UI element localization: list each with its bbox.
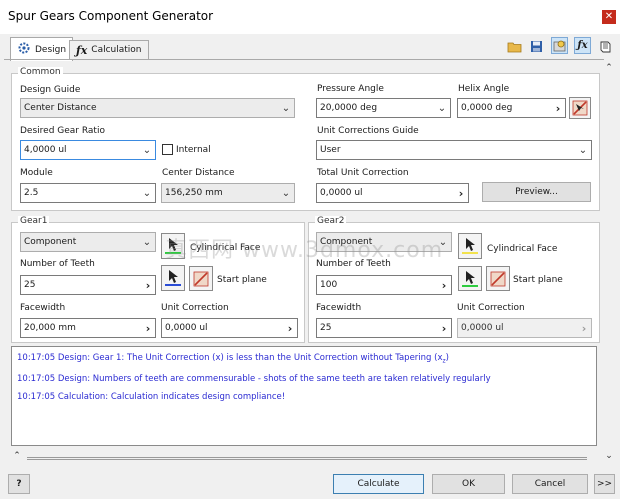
pressure-angle-label: Pressure Angle: [317, 84, 384, 94]
desired-gear-ratio-select[interactable]: 4,0000 ul ⌄: [20, 140, 156, 160]
center-distance-select[interactable]: 156,250 mm ⌄: [161, 183, 295, 203]
open-folder-icon[interactable]: [506, 38, 523, 55]
gear1-teeth-label: Number of Teeth: [20, 259, 95, 269]
unit-corrections-guide-label: Unit Corrections Guide: [317, 126, 419, 136]
gear1-unit-correction-label: Unit Correction: [161, 303, 229, 313]
ok-button[interactable]: OK: [432, 474, 505, 494]
preview-button[interactable]: Preview...: [482, 182, 591, 202]
chevron-right-icon: ›: [441, 321, 447, 335]
chevron-right-icon: ›: [145, 278, 151, 292]
tab-calculation-label: Calculation: [91, 45, 142, 55]
close-icon: ✕: [604, 11, 614, 22]
expand-up-icon[interactable]: ⌃: [11, 451, 23, 461]
chevron-right-icon: ›: [458, 186, 464, 200]
help-icon: ?: [16, 479, 22, 489]
center-distance-label: Center Distance: [162, 168, 235, 178]
helix-direction-button[interactable]: [569, 97, 591, 119]
collapse-up-icon[interactable]: ⌃: [603, 63, 615, 73]
chevron-right-icon: ›: [145, 321, 151, 335]
chevron-down-icon: ⌄: [437, 102, 447, 114]
desired-gear-ratio-label: Desired Gear Ratio: [20, 126, 105, 136]
chevron-down-icon: ⌄: [142, 187, 152, 199]
gear1-facewidth-label: Facewidth: [20, 303, 66, 313]
internal-checkbox[interactable]: [162, 144, 173, 155]
internal-label: Internal: [176, 145, 211, 155]
total-unit-correction-label: Total Unit Correction: [317, 168, 409, 178]
collapse-down-icon[interactable]: ⌄: [603, 451, 615, 461]
design-guide-label: Design Guide: [20, 85, 81, 95]
window-title: Spur Gears Component Generator: [8, 9, 214, 23]
settings-icon[interactable]: [551, 37, 568, 54]
chevron-right-icon: ›: [581, 321, 587, 335]
message-line-1: 10:17:05 Design: Gear 1: The Unit Correc…: [17, 353, 449, 365]
gear2-facewidth-label: Facewidth: [316, 303, 362, 313]
gear1-plane-pick-button[interactable]: [161, 265, 185, 291]
gear2-flip-button[interactable]: [486, 266, 510, 291]
tab-design[interactable]: Design: [10, 37, 74, 61]
gear1-facewidth-field[interactable]: 20,000 mm ›: [20, 318, 156, 338]
chevron-right-icon: ›: [555, 101, 561, 115]
design-guide-select[interactable]: Center Distance ⌄: [20, 98, 295, 118]
gear2-plane-pick-button[interactable]: [458, 266, 482, 291]
gear2-start-plane-label: Start plane: [513, 275, 563, 285]
message-line-2: 10:17:05 Design: Numbers of teeth are co…: [17, 374, 491, 384]
gear1-start-plane-label: Start plane: [217, 275, 267, 285]
close-button[interactable]: ✕: [602, 10, 616, 24]
helix-angle-label: Helix Angle: [458, 84, 510, 94]
gear2-group-label: Gear2: [315, 216, 347, 226]
cursor-plane-icon: [462, 270, 478, 287]
cancel-button[interactable]: Cancel: [512, 474, 588, 494]
gear-design-icon: [17, 41, 31, 58]
tab-design-label: Design: [35, 44, 67, 55]
gear2-face-pick-button[interactable]: [458, 233, 482, 259]
gear1-group-label: Gear1: [18, 216, 50, 226]
chevron-right-icon: ›: [441, 278, 447, 292]
tab-calculation[interactable]: ƒx Calculation: [69, 40, 149, 59]
gear2-unit-correction-field: 0,0000 ul ›: [457, 318, 592, 338]
gear1-flip-button[interactable]: [189, 266, 213, 291]
help-button[interactable]: ?: [8, 474, 30, 494]
gear2-facewidth-field[interactable]: 25 ›: [316, 318, 452, 338]
gear2-unit-correction-label: Unit Correction: [457, 303, 525, 313]
pressure-angle-select[interactable]: 20,0000 deg ⌄: [316, 98, 451, 118]
flip-direction-icon: [490, 271, 506, 286]
message-line-3: 10:17:05 Calculation: Calculation indica…: [17, 392, 286, 402]
total-unit-correction-field[interactable]: 0,0000 ul ›: [316, 183, 469, 203]
calculation-fx-icon: ƒx: [76, 43, 88, 57]
title-bar: Spur Gears Component Generator ✕: [0, 0, 620, 34]
chevron-down-icon: ⌄: [281, 102, 291, 114]
gear2-teeth-field[interactable]: 100 ›: [316, 275, 452, 295]
unit-corrections-guide-select[interactable]: User ⌄: [316, 140, 592, 160]
gear1-teeth-field[interactable]: 25 ›: [20, 275, 156, 295]
cursor-pick-icon: [462, 238, 478, 254]
chevron-down-icon: ⌄: [142, 144, 152, 156]
gear2-face-label: Cylindrical Face: [487, 244, 558, 254]
splitter[interactable]: [11, 455, 597, 461]
chevron-down-icon: ⌄: [142, 236, 152, 248]
flip-direction-icon: [193, 271, 209, 286]
fx-calculation-icon[interactable]: ƒx: [574, 37, 591, 54]
gear1-unit-correction-field[interactable]: 0,0000 ul ›: [161, 318, 298, 338]
save-icon[interactable]: [528, 38, 545, 55]
common-group-label: Common: [18, 67, 63, 77]
calculate-button[interactable]: Calculate: [333, 474, 424, 494]
chevron-down-icon: ⌄: [281, 187, 291, 199]
more-button[interactable]: >>: [594, 474, 615, 494]
helix-angle-field[interactable]: 0,0000 deg ›: [457, 98, 566, 118]
message-log[interactable]: 10:17:05 Design: Gear 1: The Unit Correc…: [11, 346, 597, 446]
chevron-right-icon: ›: [287, 321, 293, 335]
watermark: 真西网 www.3dmox.com: [165, 238, 444, 263]
tab-divider: [4, 59, 604, 60]
module-select[interactable]: 2.5 ⌄: [20, 183, 156, 203]
chevron-down-icon: ⌄: [578, 144, 588, 156]
helix-direction-icon: [572, 100, 588, 116]
cursor-plane-icon: [165, 270, 181, 286]
gear1-type-select[interactable]: Component ⌄: [20, 232, 156, 252]
module-label: Module: [20, 168, 53, 178]
book-icon[interactable]: [597, 38, 614, 55]
